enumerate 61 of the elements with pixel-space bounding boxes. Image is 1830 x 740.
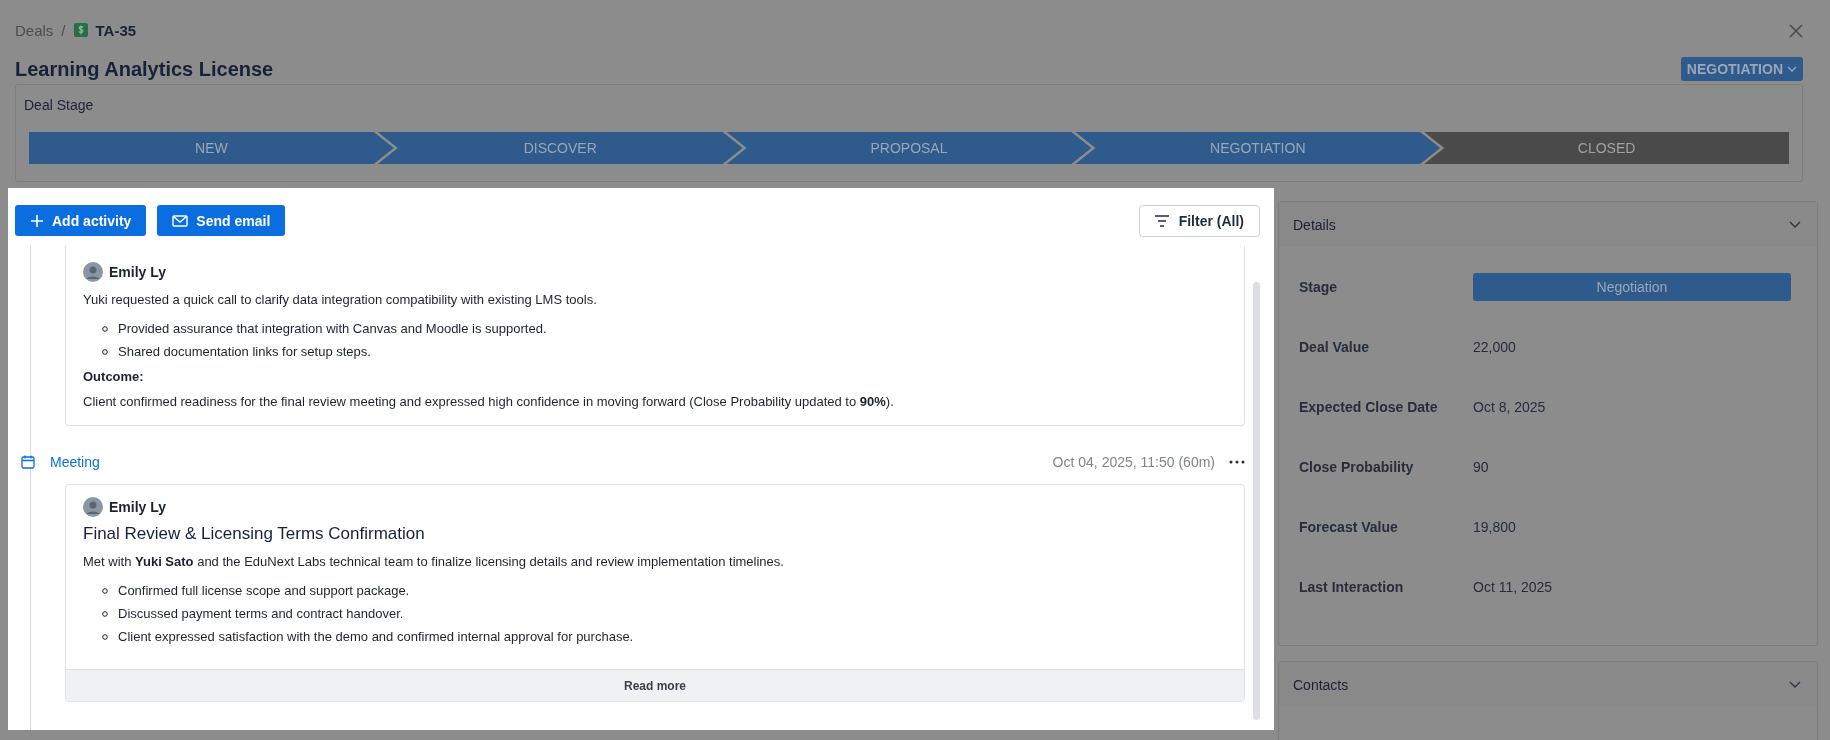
bullet-item: Client expressed satisfaction with the demo and confirmed internal approval for purchase. [118, 627, 634, 646]
field-label: Stage [1299, 279, 1339, 295]
breadcrumb-separator: / [61, 21, 66, 39]
field-value: Oct 8, 2025 [1473, 399, 1546, 415]
bullet-item: Discussed payment terms and contract handover. [118, 604, 404, 623]
filter-icon [1154, 214, 1169, 227]
breadcrumb-current: TA-35 [95, 21, 137, 39]
close-icon[interactable] [1789, 24, 1803, 38]
bullet-item: Provided assurance that integration with Canvas and Moodle is supported. [118, 319, 547, 338]
scrollbar[interactable] [1253, 282, 1260, 720]
dollar-icon [73, 23, 88, 37]
mail-icon [172, 214, 189, 227]
activity-text: Yuki requested a quick call to clarify data integration compatibility with existing LMS tools. [83, 291, 598, 309]
breadcrumb-link[interactable]: Deals [15, 21, 54, 39]
chevron-down-icon[interactable] [1789, 221, 1801, 228]
avatar-icon [83, 497, 103, 517]
stage-step[interactable]: CLOSED [1424, 132, 1789, 164]
bullet-icon [102, 587, 108, 594]
field-value: 19,800 [1473, 519, 1516, 535]
chevron-down-icon[interactable] [1789, 681, 1801, 688]
field-value: 22,000 [1473, 339, 1516, 355]
field-label: Deal Value [1299, 339, 1371, 355]
chevron-down-icon [1787, 66, 1797, 72]
field-label: Last Interaction [1299, 579, 1405, 595]
read-more-button[interactable]: Read more [66, 669, 1244, 701]
stage-step[interactable]: PROPOSAL [726, 132, 1092, 164]
bullet-icon [102, 348, 108, 355]
filter-button[interactable]: Filter (All) [1138, 204, 1260, 237]
activity-text: Met with Yuki Sato and the EduNext Labs technical team to finalize licensing details and review implementation timelines. [83, 553, 785, 571]
activity-heading: Final Review & Licensing Terms Confirmation [83, 524, 426, 544]
stage-dropdown[interactable]: NEGOTIATION [1680, 57, 1803, 81]
stage-pill: Negotiation [1473, 273, 1791, 301]
details-title: Details [1293, 216, 1336, 233]
activity-time: Oct 04, 2025, 11:50 (60m) [1052, 454, 1215, 470]
bullet-item: Confirmed full license scope and support package. [118, 581, 410, 600]
stage-step[interactable]: DISCOVER [377, 132, 743, 164]
plus-icon [30, 213, 44, 228]
stage-step[interactable]: NEW [29, 132, 394, 164]
bullet-icon [102, 633, 108, 640]
send-email-button[interactable]: Send email [157, 205, 286, 236]
outcome-text: Client confirmed readiness for the final review meeting and expressed high confidence in moving forward (Close Probability updated to 90%). [83, 393, 895, 411]
deal-stage-label: Deal Stage [24, 97, 95, 113]
contacts-title: Contacts [1293, 676, 1349, 693]
field-label: Close Probability [1299, 459, 1415, 475]
outcome-label: Outcome: [83, 369, 145, 384]
field-value: 90 [1473, 459, 1489, 475]
author-name: Emily Ly [109, 499, 167, 515]
more-icon[interactable] [1229, 460, 1245, 464]
bullet-item: Shared documentation links for setup steps. [118, 342, 371, 361]
field-value: Oct 11, 2025 [1473, 579, 1553, 595]
activity-type-link[interactable]: Meeting [50, 454, 100, 470]
calendar-icon [21, 455, 35, 469]
deal-title: Learning Analytics License [15, 57, 274, 81]
add-activity-button[interactable]: Add activity [15, 205, 147, 236]
field-label: Forecast Value [1299, 519, 1399, 535]
stage-step[interactable]: NEGOTIATION [1075, 132, 1441, 164]
field-label: Expected Close Date [1299, 399, 1439, 415]
bullet-icon [102, 325, 108, 332]
author-name: Emily Ly [109, 264, 167, 280]
avatar-icon [83, 262, 103, 282]
bullet-icon [102, 610, 108, 617]
